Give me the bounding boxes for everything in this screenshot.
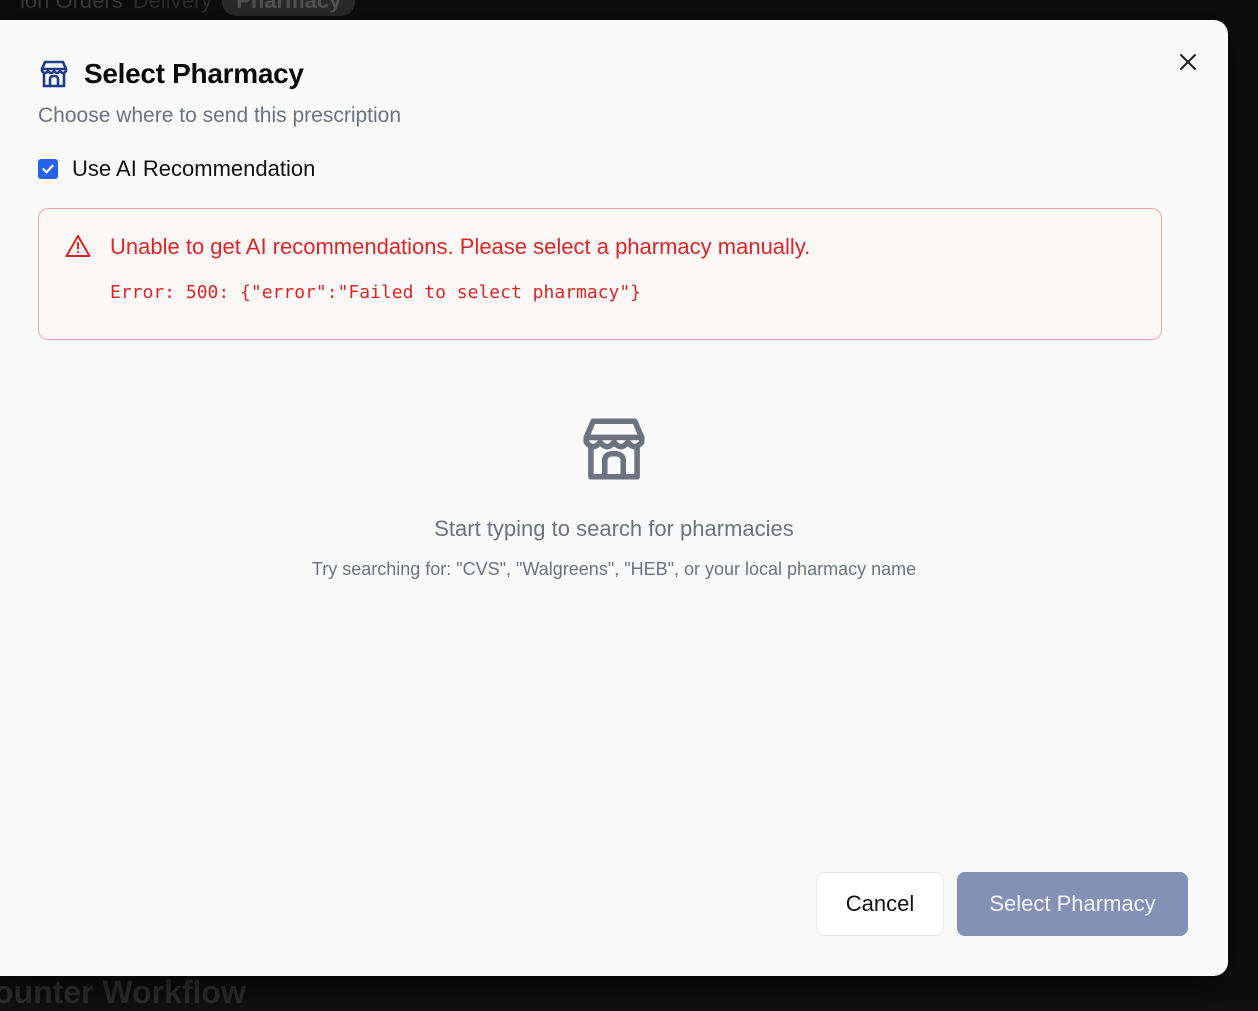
background-breadcrumb-item: ion Orders (20, 0, 123, 14)
background-breadcrumb: ion Orders Delivery Pharmacy (20, 0, 355, 16)
empty-search-state: Start typing to search for pharmacies Tr… (0, 412, 1228, 580)
close-icon (1178, 52, 1198, 72)
select-pharmacy-dialog: Select Pharmacy Choose where to send thi… (0, 20, 1228, 976)
dialog-title: Select Pharmacy (84, 58, 304, 90)
ai-recommendation-checkbox[interactable] (38, 159, 58, 179)
warning-triangle-icon (65, 234, 91, 258)
error-message: Unable to get AI recommendations. Please… (110, 234, 810, 260)
background-breadcrumb-pill: Pharmacy (222, 0, 355, 16)
checkmark-icon (41, 162, 55, 176)
close-button[interactable] (1174, 48, 1202, 76)
error-alert: Unable to get AI recommendations. Please… (38, 208, 1162, 340)
ai-recommendation-label[interactable]: Use AI Recommendation (72, 156, 315, 182)
error-detail: Error: 500: {"error":"Failed to select p… (110, 282, 641, 303)
empty-state-title: Start typing to search for pharmacies (434, 516, 794, 542)
background-breadcrumb-item: Delivery (133, 0, 212, 14)
background-heading: ounter Workflow (0, 974, 246, 1011)
empty-state-hint: Try searching for: "CVS", "Walgreens", "… (312, 559, 916, 580)
select-pharmacy-button[interactable]: Select Pharmacy (957, 872, 1188, 936)
store-icon (38, 58, 70, 90)
store-icon (577, 412, 651, 486)
ai-recommendation-toggle[interactable]: Use AI Recommendation (38, 156, 315, 182)
dialog-subtitle: Choose where to send this prescription (38, 104, 401, 128)
cancel-button[interactable]: Cancel (816, 872, 944, 936)
dialog-header: Select Pharmacy (38, 58, 304, 90)
